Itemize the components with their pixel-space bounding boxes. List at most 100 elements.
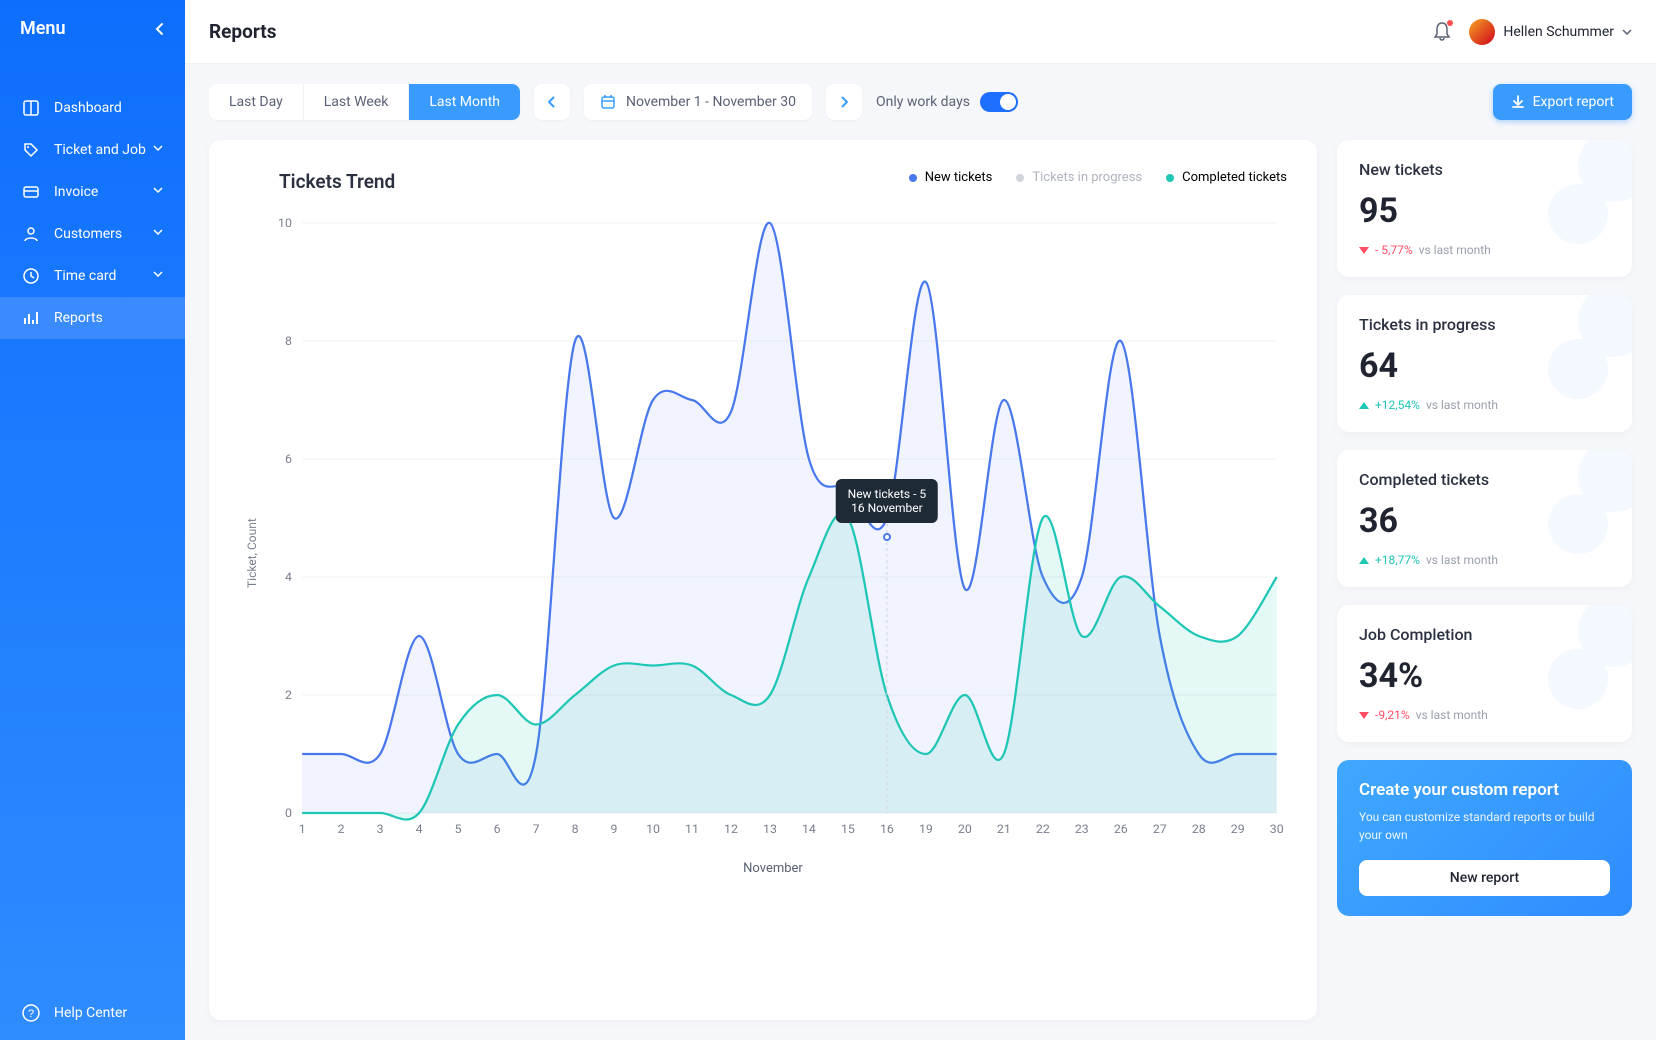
legend-item[interactable]: Tickets in progress — [1016, 170, 1142, 185]
svg-text:2: 2 — [285, 688, 292, 702]
segment-last-week[interactable]: Last Week — [304, 84, 410, 120]
chart-legend: New tickets Tickets in progress Completed … — [909, 170, 1287, 185]
segment-last-month[interactable]: Last Month — [409, 84, 520, 120]
user-menu[interactable]: Hellen Schummer — [1469, 19, 1632, 45]
legend-item[interactable]: Completed tickets — [1166, 170, 1287, 185]
stat-change-pct: +12,54% — [1375, 398, 1420, 412]
svg-text:8: 8 — [285, 334, 292, 348]
filters-row: Last DayLast WeekLast Month November 1 -… — [209, 84, 1317, 120]
help-center-link[interactable]: ? Help Center — [0, 986, 185, 1040]
sidebar-item-reports[interactable]: Reports — [0, 297, 185, 339]
legend-label: Tickets in progress — [1032, 170, 1142, 185]
chevron-down-icon — [153, 187, 163, 197]
y-axis-title: Ticket, Count — [239, 213, 259, 893]
stat-change-vs: vs last month — [1426, 553, 1498, 567]
stat-change-pct: +18,77% — [1375, 553, 1420, 567]
stat-change-vs: vs last month — [1419, 243, 1491, 257]
sidebar-item-ticket-and-job[interactable]: Ticket and Job — [0, 129, 185, 171]
sidebar-item-label: Ticket and Job — [54, 142, 146, 158]
calendar-icon — [600, 94, 616, 110]
bars-icon — [22, 309, 40, 327]
svg-text:30: 30 — [1270, 822, 1284, 836]
notifications-button[interactable] — [1433, 22, 1451, 42]
svg-text:14: 14 — [802, 822, 816, 836]
stat-change-pct: -9,21% — [1375, 708, 1410, 722]
svg-text:12: 12 — [724, 822, 738, 836]
svg-text:4: 4 — [416, 822, 423, 836]
stat-card-job-completion[interactable]: Job Completion 34% -9,21% vs last month — [1337, 605, 1632, 742]
workdays-toggle-group: Only work days — [876, 92, 1018, 112]
stat-card-completed-tickets[interactable]: Completed tickets 36 +18,77% vs last mon… — [1337, 450, 1632, 587]
sidebar-item-dashboard[interactable]: Dashboard — [0, 87, 185, 129]
x-axis-title: November — [259, 861, 1287, 876]
sidebar-item-customers[interactable]: Customers — [0, 213, 185, 255]
tickets-trend-chart-card: Tickets Trend New tickets Tickets in prog… — [209, 140, 1317, 1020]
stat-bg-decoration — [1542, 605, 1632, 715]
custom-report-title: Create your custom report — [1359, 780, 1610, 800]
legend-dot — [1166, 174, 1174, 182]
stat-card-tickets-in-progress[interactable]: Tickets in progress 64 +12,54% vs last m… — [1337, 295, 1632, 432]
time-range-segments: Last DayLast WeekLast Month — [209, 84, 520, 120]
chevron-down-icon — [1622, 29, 1632, 35]
workdays-toggle[interactable] — [980, 92, 1018, 112]
user-icon — [22, 225, 40, 243]
svg-text:22: 22 — [1036, 822, 1050, 836]
svg-text:7: 7 — [533, 822, 540, 836]
stat-change-vs: vs last month — [1416, 708, 1488, 722]
sidebar-item-label: Time card — [54, 268, 116, 284]
stat-bg-decoration — [1542, 140, 1632, 250]
page-title: Reports — [209, 20, 276, 43]
svg-text:10: 10 — [646, 822, 660, 836]
svg-text:9: 9 — [611, 822, 618, 836]
svg-text:29: 29 — [1231, 822, 1245, 836]
chevron-down-icon — [153, 229, 163, 239]
export-report-button[interactable]: Export report — [1493, 84, 1632, 120]
legend-label: New tickets — [925, 170, 993, 185]
legend-item[interactable]: New tickets — [909, 170, 993, 185]
legend-dot — [1016, 174, 1024, 182]
tooltip-line1: New tickets - 5 — [848, 487, 927, 501]
stat-card-new-tickets[interactable]: New tickets 95 - 5,77% vs last month — [1337, 140, 1632, 277]
svg-text:21: 21 — [997, 822, 1011, 836]
grid-icon — [22, 99, 40, 117]
notification-dot — [1447, 20, 1453, 26]
sidebar: Menu Dashboard Ticket and Job Invoice Custo… — [0, 0, 185, 1040]
svg-text:16: 16 — [880, 822, 894, 836]
stat-bg-decoration — [1542, 450, 1632, 560]
svg-text:10: 10 — [278, 216, 292, 230]
sidebar-item-label: Reports — [54, 310, 103, 326]
legend-dot — [909, 174, 917, 182]
svg-text:3: 3 — [377, 822, 384, 836]
custom-report-desc: You can customize standard reports or bu… — [1359, 808, 1610, 844]
chevron-down-icon — [153, 145, 163, 155]
custom-report-card: Create your custom report You can custom… — [1337, 760, 1632, 916]
trend-down-icon — [1359, 247, 1369, 254]
sidebar-item-invoice[interactable]: Invoice — [0, 171, 185, 213]
tooltip-dot — [883, 533, 891, 541]
date-range-text: November 1 - November 30 — [626, 94, 796, 110]
prev-period-button[interactable] — [534, 84, 570, 120]
legend-label: Completed tickets — [1182, 170, 1287, 185]
chart-title: Tickets Trend — [279, 170, 395, 193]
export-label: Export report — [1533, 94, 1614, 110]
trend-up-icon — [1359, 557, 1369, 564]
workdays-label: Only work days — [876, 94, 970, 110]
chart-tooltip: New tickets - 5 16 November — [836, 479, 939, 523]
sidebar-item-label: Customers — [54, 226, 122, 242]
stat-bg-decoration — [1542, 295, 1632, 405]
svg-text:8: 8 — [572, 822, 579, 836]
svg-text:28: 28 — [1192, 822, 1206, 836]
date-range-picker[interactable]: November 1 - November 30 — [584, 84, 812, 120]
sidebar-item-time-card[interactable]: Time card — [0, 255, 185, 297]
collapse-sidebar-button[interactable] — [155, 22, 165, 36]
username: Hellen Schummer — [1503, 24, 1614, 40]
sidebar-header: Menu — [0, 0, 185, 57]
chart-plot[interactable]: 0246810123456789101112131415161920212223… — [259, 213, 1287, 853]
segment-last-day[interactable]: Last Day — [209, 84, 304, 120]
trend-down-icon — [1359, 712, 1369, 719]
next-period-button[interactable] — [826, 84, 862, 120]
svg-text:11: 11 — [685, 822, 699, 836]
stat-change-pct: - 5,77% — [1375, 243, 1413, 257]
new-report-button[interactable]: New report — [1359, 860, 1610, 896]
svg-text:19: 19 — [919, 822, 933, 836]
